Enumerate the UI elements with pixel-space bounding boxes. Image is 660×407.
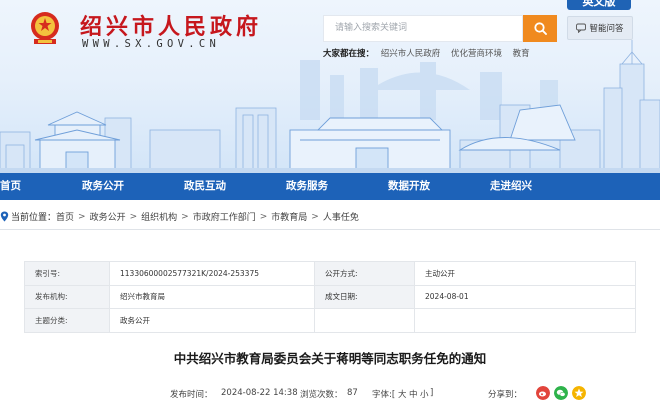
info-value: 绍兴市教育局	[109, 284, 315, 309]
smart-qa-button[interactable]: 智能问答	[567, 16, 633, 40]
hot-search-item[interactable]: 教育	[513, 49, 530, 59]
views-label: 浏览次数：	[300, 390, 343, 400]
info-value: 主动公开	[414, 261, 636, 286]
breadcrumb-divider	[0, 229, 660, 230]
document-info-table: 索引号: 11330600002577321K/2024-253375 公开方式…	[24, 261, 636, 333]
font-size-end: ]	[430, 388, 434, 398]
wechat-icon[interactable]	[554, 386, 568, 400]
site-title[interactable]: 绍兴市人民政府	[80, 9, 262, 41]
hot-search-label: 大家都在搜：	[323, 49, 375, 59]
font-size-label: 字体:[	[372, 390, 396, 400]
breadcrumb-separator: >	[259, 211, 268, 222]
info-value	[414, 308, 636, 333]
weibo-icon[interactable]	[536, 386, 550, 400]
info-key: 索引号:	[24, 261, 110, 286]
breadcrumb-item[interactable]: 政务公开	[90, 210, 126, 223]
info-key: 成文日期:	[314, 284, 415, 309]
article-title: 中共绍兴市教育局委员会关于蒋明等同志职务任免的通知	[173, 351, 487, 366]
info-value: 11330600002577321K/2024-253375	[109, 261, 315, 286]
site-url: WWW.SX.GOV.CN	[82, 38, 221, 50]
info-key: 发布机构:	[24, 284, 110, 309]
info-key: 公开方式:	[314, 261, 415, 286]
breadcrumb-separator: >	[129, 211, 138, 222]
nav-item-home[interactable]: 首页	[0, 173, 21, 200]
breadcrumb-item[interactable]: 组织机构	[141, 210, 177, 223]
font-size-small[interactable]: 小	[420, 388, 429, 400]
english-version-tab[interactable]: 英文版	[567, 0, 631, 10]
header-banner: 绍兴市人民政府 WWW.SX.GOV.CN 英文版 智能问答 请输入搜索关键词 …	[0, 0, 660, 173]
nav-item-interaction[interactable]: 政民互动	[184, 173, 226, 200]
hot-search-item[interactable]: 优化营商环境	[451, 49, 502, 59]
search-button[interactable]	[523, 15, 557, 42]
info-value: 2024-08-01	[414, 284, 636, 309]
national-emblem-icon	[31, 12, 59, 44]
nav-item-services[interactable]: 政务服务	[286, 173, 328, 200]
article-meta: 发布时间： 2024-08-22 14:38 浏览次数： 87 字体:[ 大 中…	[0, 386, 660, 402]
font-size-large[interactable]: 大	[398, 388, 407, 400]
info-key: 主题分类:	[24, 308, 110, 333]
qzone-icon[interactable]	[572, 386, 586, 400]
breadcrumb-item[interactable]: 人事任免	[323, 210, 359, 223]
main-nav: 首页 政务公开 政民互动 政务服务 数据开放 走进绍兴	[0, 173, 660, 200]
nav-item-data-open[interactable]: 数据开放	[388, 173, 430, 200]
nav-item-gov-affairs[interactable]: 政务公开	[82, 173, 124, 200]
search-input[interactable]: 请输入搜索关键词	[323, 15, 523, 42]
publish-date-label: 发布时间：	[170, 390, 213, 400]
hot-search-item[interactable]: 绍兴市人民政府	[381, 49, 441, 59]
breadcrumb-separator: >	[311, 211, 319, 222]
location-pin-icon	[0, 211, 9, 222]
font-size-medium[interactable]: 中	[409, 388, 418, 400]
views-count: 87	[347, 388, 358, 398]
share-label: 分享到：	[488, 390, 523, 400]
table-row: 发布机构: 绍兴市教育局 成文日期: 2024-08-01	[24, 284, 636, 309]
breadcrumb-item[interactable]: 市政府工作部门	[193, 210, 256, 223]
breadcrumb-item[interactable]: 首页	[56, 210, 74, 223]
smart-qa-label: 智能问答	[589, 24, 624, 34]
breadcrumb-label: 当前位置：	[11, 213, 57, 223]
table-row: 索引号: 11330600002577321K/2024-253375 公开方式…	[24, 261, 636, 286]
chat-icon	[576, 23, 587, 33]
breadcrumb-separator: >	[181, 211, 189, 222]
breadcrumb-item[interactable]: 市教育局	[271, 210, 307, 223]
table-row: 主题分类: 政务公开	[24, 308, 636, 333]
info-value: 政务公开	[109, 308, 315, 333]
nav-item-about-shaoxing[interactable]: 走进绍兴	[490, 173, 532, 200]
publish-date: 2024-08-22 14:38	[221, 388, 298, 398]
info-key	[314, 308, 415, 333]
search-icon	[533, 22, 547, 35]
hot-search: 大家都在搜： 绍兴市人民政府 优化营商环境 教育	[323, 47, 538, 59]
breadcrumb: 当前位置： 首页 > 政务公开 > 组织机构 > 市政府工作部门 > 市教育局 …	[0, 210, 359, 223]
breadcrumb-separator: >	[78, 211, 86, 222]
